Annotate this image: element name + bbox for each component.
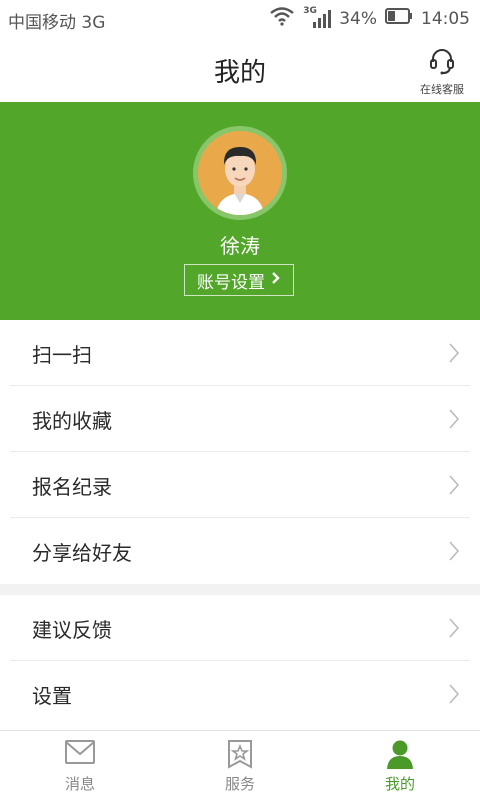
menu-item-settings[interactable]: 设置 [10, 661, 470, 727]
profile-banner: 徐涛 账号设置 [0, 102, 480, 320]
menu-item-favorites[interactable]: 我的收藏 [10, 386, 470, 452]
menu-item-label: 我的收藏 [32, 409, 112, 433]
menu-item-label: 建议反馈 [32, 618, 112, 642]
menu-item-label: 分享给好友 [32, 541, 132, 565]
username: 徐涛 [220, 234, 260, 258]
tab-label: 我的 [384, 775, 415, 793]
chevron-right-icon [448, 342, 460, 368]
bottom-tab-bar: 消息 服务 我的 [0, 730, 480, 800]
battery-icon [385, 8, 413, 29]
menu-item-feedback[interactable]: 建议反馈 [10, 595, 470, 661]
avatar[interactable] [193, 126, 287, 220]
signal-icon: 3G [303, 5, 332, 30]
carrier-label: 中国移动 3G [8, 13, 106, 33]
page-title: 我的 [213, 58, 266, 88]
tab-services[interactable]: 服务 [160, 731, 320, 800]
customer-service-label: 在线客服 [420, 83, 464, 96]
chevron-right-icon [448, 617, 460, 643]
chevron-right-icon [448, 474, 460, 500]
menu-item-label: 扫一扫 [32, 343, 92, 367]
wifi-icon [269, 6, 295, 31]
tab-label: 服务 [224, 775, 255, 793]
menu-group-primary: 扫一扫 我的收藏 报名纪录 分享给好友 [10, 320, 470, 584]
tab-mine[interactable]: 我的 [320, 731, 480, 800]
person-avatar-icon [198, 131, 282, 215]
battery-percent: 34% [339, 8, 377, 29]
envelope-icon [64, 739, 96, 769]
headset-icon [427, 49, 457, 80]
menu-item-label: 报名纪录 [32, 475, 112, 499]
menu-item-share[interactable]: 分享给好友 [10, 518, 470, 584]
section-divider [0, 584, 480, 595]
chevron-right-icon [271, 270, 281, 290]
star-bookmark-icon [226, 739, 254, 773]
menu-item-label: 设置 [32, 684, 72, 708]
clock: 14:05 [421, 8, 470, 29]
menu-group-secondary: 建议反馈 设置 [10, 595, 470, 727]
network-type-badge: 3G [303, 5, 317, 16]
menu-item-registration-records[interactable]: 报名纪录 [10, 452, 470, 518]
customer-service-button[interactable]: 在线客服 [412, 46, 472, 97]
app-header: 我的 在线客服 [0, 38, 480, 102]
status-bar: 中国移动 3G 3G 34% 14:05 [0, 0, 480, 38]
tab-messages[interactable]: 消息 [0, 731, 160, 800]
menu-item-scan[interactable]: 扫一扫 [10, 320, 470, 386]
person-icon [386, 739, 414, 773]
chevron-right-icon [448, 408, 460, 434]
account-settings-label: 账号设置 [197, 272, 265, 293]
chevron-right-icon [448, 540, 460, 566]
tab-label: 消息 [64, 775, 95, 793]
status-icons: 3G 34% 14:05 [269, 6, 470, 31]
account-settings-button[interactable]: 账号设置 [184, 264, 294, 296]
chevron-right-icon [448, 683, 460, 709]
